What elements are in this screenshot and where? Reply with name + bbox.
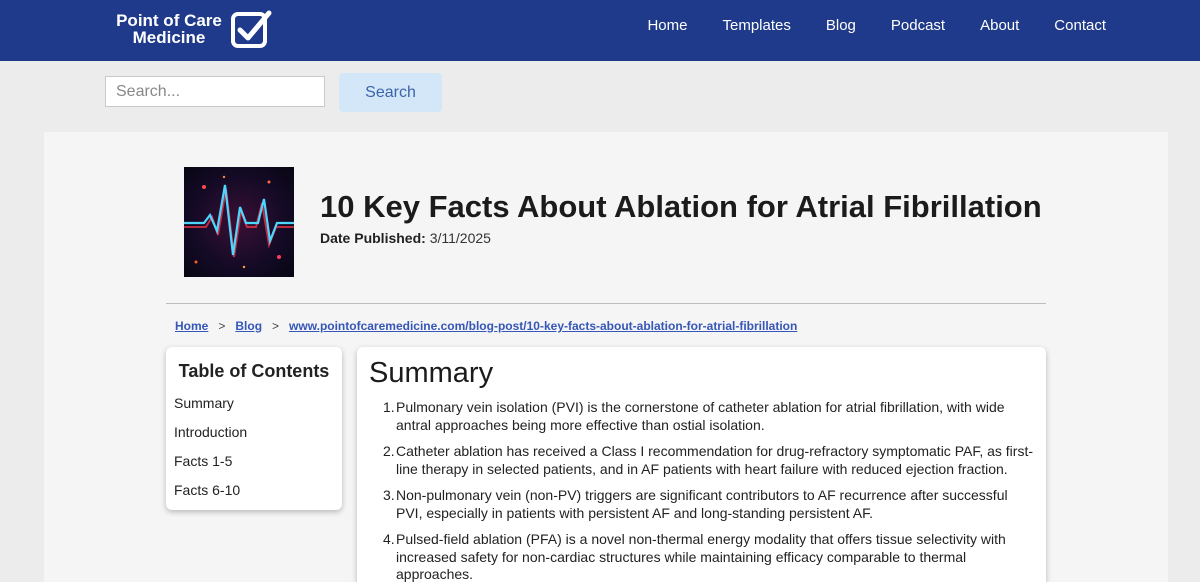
summary-list: 1. Pulmonary vein isolation (PVI) is the … bbox=[383, 399, 1036, 582]
date-published: Date Published: 3/11/2025 bbox=[320, 230, 491, 246]
site-logo[interactable]: Point of Care Medicine bbox=[114, 8, 272, 50]
search-input[interactable] bbox=[105, 76, 325, 107]
toc-item-facts-6-10[interactable]: Facts 6-10 bbox=[174, 482, 240, 498]
list-item-text: Catheter ablation has received a Class I… bbox=[396, 443, 1033, 477]
top-header: Point of Care Medicine Home Templates Bl… bbox=[0, 0, 1200, 61]
list-item-text: Pulmonary vein isolation (PVI) is the co… bbox=[396, 399, 1005, 433]
logo-line-2: Medicine bbox=[132, 28, 206, 47]
list-item-text: Non-pulmonary vein (non-PV) triggers are… bbox=[396, 487, 1008, 521]
list-item-text: Pulsed-field ablation (PFA) is a novel n… bbox=[396, 531, 1006, 582]
page-title: 10 Key Facts About Ablation for Atrial F… bbox=[320, 189, 1042, 224]
logo-line-1: Point of Care bbox=[116, 11, 222, 30]
table-of-contents: Table of Contents Summary Introduction F… bbox=[166, 347, 342, 510]
nav-blog[interactable]: Blog bbox=[826, 17, 856, 34]
toc-item-facts-1-5[interactable]: Facts 1-5 bbox=[174, 453, 232, 469]
nav-home[interactable]: Home bbox=[647, 17, 687, 34]
search-button[interactable]: Search bbox=[339, 73, 442, 112]
breadcrumb-blog[interactable]: Blog bbox=[235, 319, 262, 333]
list-item: 1. Pulmonary vein isolation (PVI) is the … bbox=[383, 399, 1005, 433]
divider bbox=[166, 303, 1046, 304]
date-value: 3/11/2025 bbox=[429, 230, 491, 246]
ecg-heartbeat-image bbox=[184, 167, 294, 277]
nav-templates[interactable]: Templates bbox=[722, 17, 790, 34]
logo-text: Point of Care Medicine bbox=[114, 12, 224, 46]
list-item: 4. Pulsed-field ablation (PFA) is a novel… bbox=[383, 531, 1006, 582]
breadcrumb-separator: > bbox=[272, 319, 280, 333]
summary-card: Summary 1. Pulmonary vein isolation (PVI)… bbox=[357, 347, 1046, 582]
breadcrumb: Home > Blog > www.pointofcaremedicine.co… bbox=[175, 319, 797, 333]
breadcrumb-home[interactable]: Home bbox=[175, 319, 208, 333]
nav-about[interactable]: About bbox=[980, 17, 1019, 34]
checkbox-check-icon bbox=[231, 10, 272, 48]
date-label: Date Published: bbox=[320, 230, 426, 246]
toc-item-introduction[interactable]: Introduction bbox=[174, 424, 247, 440]
breadcrumb-separator: > bbox=[218, 319, 226, 333]
list-item: 2. Catheter ablation has received a Class… bbox=[383, 443, 1033, 477]
nav-podcast[interactable]: Podcast bbox=[891, 17, 945, 34]
summary-heading: Summary bbox=[369, 357, 494, 389]
toc-title: Table of Contents bbox=[178, 361, 330, 381]
toc-item-summary[interactable]: Summary bbox=[174, 395, 234, 411]
nav-contact[interactable]: Contact bbox=[1054, 17, 1106, 34]
breadcrumb-current-url[interactable]: www.pointofcaremedicine.com/blog-post/10… bbox=[289, 319, 797, 333]
list-item: 3. Non-pulmonary vein (non-PV) triggers a… bbox=[383, 487, 1008, 521]
main-nav: Home Templates Blog Podcast About Contac… bbox=[612, 0, 1106, 50]
